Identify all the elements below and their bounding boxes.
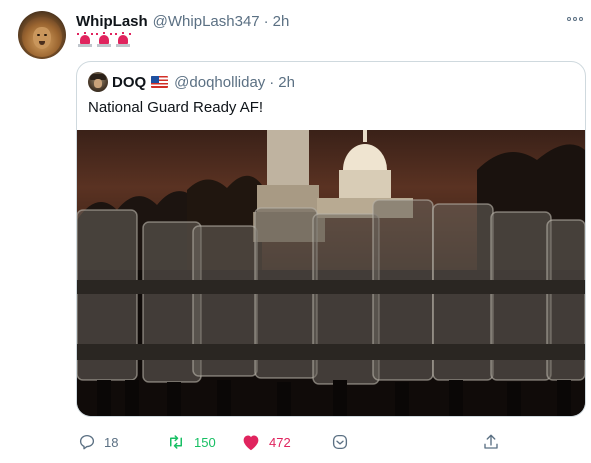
reply-button[interactable]: 18 bbox=[78, 430, 118, 454]
separator-dot: · bbox=[263, 12, 269, 30]
quoted-timestamp: 2h bbox=[278, 73, 295, 91]
us-flag-emoji bbox=[151, 76, 169, 88]
heart-icon bbox=[243, 435, 259, 451]
quoted-author-name: DOQ bbox=[112, 73, 147, 91]
retweet-button[interactable]: 150 bbox=[166, 430, 216, 454]
tweet-text bbox=[77, 32, 131, 48]
like-button[interactable]: 472 bbox=[241, 430, 291, 454]
reply-count: 18 bbox=[104, 434, 119, 450]
react-icon bbox=[332, 434, 348, 450]
author-name[interactable]: WhipLash bbox=[76, 13, 148, 30]
retweet-count: 150 bbox=[194, 434, 216, 450]
author-handle[interactable]: @WhipLash347 bbox=[153, 13, 260, 30]
quoted-tweet-header: DOQ @doqholliday · 2h bbox=[88, 72, 295, 92]
tweet[interactable]: WhipLash @WhipLash347 · 2h DOQ @doqholli… bbox=[0, 0, 591, 463]
tweet-header: WhipLash @WhipLash347 · 2h bbox=[76, 11, 289, 31]
reply-icon bbox=[79, 434, 95, 450]
react-button[interactable] bbox=[331, 430, 349, 454]
rotating-light-emoji bbox=[77, 32, 93, 48]
tweet-actions: 18 150 472 bbox=[76, 430, 586, 454]
quoted-tweet[interactable]: DOQ @doqholliday · 2h National Guard Rea… bbox=[76, 61, 586, 417]
author-avatar[interactable] bbox=[18, 11, 66, 59]
separator-dot: · bbox=[269, 73, 275, 91]
like-count: 472 bbox=[269, 434, 291, 450]
quoted-author-avatar bbox=[88, 72, 108, 92]
quoted-tweet-text: National Guard Ready AF! bbox=[88, 99, 264, 116]
retweet-icon bbox=[170, 435, 182, 449]
rotating-light-emoji bbox=[96, 32, 112, 48]
share-icon bbox=[484, 434, 498, 449]
quoted-author-handle: @doqholliday bbox=[174, 73, 266, 91]
share-button[interactable] bbox=[482, 430, 500, 454]
rotating-light-emoji bbox=[115, 32, 131, 48]
tweet-timestamp[interactable]: 2h bbox=[273, 13, 290, 30]
more-options-icon[interactable] bbox=[566, 12, 584, 26]
quoted-tweet-photo[interactable] bbox=[77, 130, 585, 416]
